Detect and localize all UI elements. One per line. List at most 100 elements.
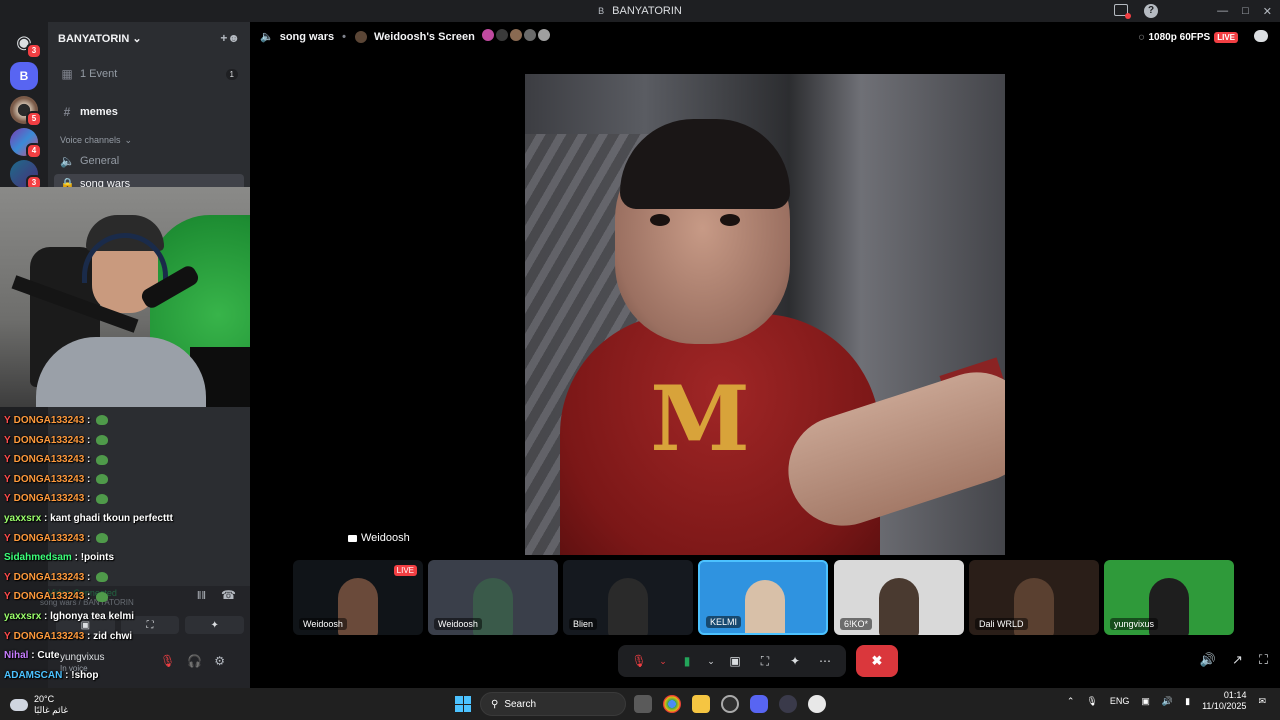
- live-badge: LIVE: [1214, 32, 1238, 43]
- chevron-down-icon: ⌄: [132, 32, 142, 45]
- disconnect-icon[interactable]: ☎: [221, 588, 236, 602]
- settings-gear-icon[interactable]: ⚙: [214, 654, 225, 668]
- server-icon-3[interactable]: 4: [10, 128, 42, 159]
- language-indicator[interactable]: ENG: [1110, 696, 1130, 706]
- weather-desc: غائم غالبًا: [34, 705, 69, 715]
- screen-share-label: Weidoosh: [348, 532, 410, 544]
- emote-icon: [96, 591, 109, 602]
- participant-tile[interactable]: 6!KO*: [834, 560, 964, 635]
- chat-message: Y DONGA133243 : zid chwi: [4, 630, 133, 642]
- chat-badge-icon: Y: [4, 493, 11, 505]
- participant-tile[interactable]: Blien: [563, 560, 693, 635]
- participant-tile[interactable]: Weidoosh LIVE: [293, 560, 423, 635]
- voice-category[interactable]: Voice channels ⌄: [54, 132, 244, 148]
- popout-icon[interactable]: ↗: [1232, 652, 1243, 668]
- screen-title: Weidoosh's Screen: [373, 30, 475, 43]
- server-icon-4[interactable]: 3: [10, 160, 42, 191]
- soundboard-button[interactable]: ✦: [784, 650, 806, 672]
- server-icon-banyatorin[interactable]: B: [10, 62, 38, 90]
- notification-icon[interactable]: ✉: [1258, 696, 1266, 707]
- headphones-icon[interactable]: 🎧: [187, 654, 202, 668]
- participant-tile[interactable]: Dali WRLD: [969, 560, 1099, 635]
- voice-channel-general[interactable]: 🔈 General: [54, 151, 244, 171]
- share-screen-button[interactable]: ▣: [724, 650, 746, 672]
- clock[interactable]: 01:14 11/10/2025: [1202, 690, 1246, 712]
- chat-message: Y DONGA133243 :: [4, 473, 109, 485]
- soundboard-icon: ✦: [210, 619, 219, 631]
- soundboard-button[interactable]: ✦: [185, 616, 245, 634]
- camera-button[interactable]: ▮: [676, 650, 698, 672]
- weather-widget[interactable]: 20°C غائم غالبًا: [10, 694, 68, 716]
- chat-bubble-icon[interactable]: [1254, 30, 1268, 42]
- quality-text: 1080p 60FPS: [1148, 32, 1211, 43]
- volume-icon[interactable]: 🔊: [1162, 696, 1173, 707]
- volume-icon[interactable]: 🔊: [1200, 652, 1216, 668]
- channel-memes[interactable]: # memes: [54, 102, 244, 122]
- mic-muted-button[interactable]: 🎙: [628, 650, 650, 672]
- chat-text: lghonya tea kelmi: [50, 611, 135, 622]
- participant-tile[interactable]: yungvixus: [1104, 560, 1234, 635]
- chat-username: DONGA133243: [13, 571, 85, 583]
- mic-options-chevron[interactable]: ⌄: [658, 650, 668, 672]
- app-icon[interactable]: [721, 695, 739, 713]
- chat-text: kant ghadi tkoun perfecttt: [50, 513, 173, 524]
- taskbar-search[interactable]: ⚲ Search: [480, 692, 626, 716]
- participant-name: KELMI: [706, 616, 742, 628]
- chat-username: yaxxsrx: [4, 513, 42, 524]
- chevron-up-icon[interactable]: ⌃: [1067, 696, 1075, 707]
- minimize-icon[interactable]: —: [1217, 5, 1228, 17]
- chat-message: Y DONGA133243 :: [4, 493, 109, 505]
- network-icon[interactable]: ▣: [1141, 696, 1150, 707]
- discord-taskbar-icon[interactable]: [750, 695, 768, 713]
- home-badge: 3: [26, 43, 42, 59]
- app-icon[interactable]: [779, 695, 797, 713]
- file-explorer-icon[interactable]: [692, 695, 710, 713]
- server-icon-2[interactable]: 5: [10, 96, 42, 127]
- stage-channel[interactable]: song wars: [280, 31, 334, 43]
- shirt-logo: M: [650, 366, 750, 472]
- close-icon[interactable]: ✕: [1263, 5, 1272, 18]
- participant-tile[interactable]: KELMI: [698, 560, 828, 635]
- mic-icon[interactable]: 🎙: [1086, 696, 1097, 707]
- help-icon[interactable]: ?: [1144, 4, 1158, 18]
- battery-icon[interactable]: ▮: [1185, 696, 1190, 707]
- chat-username: Sidahmedsam: [4, 552, 72, 564]
- noise-suppression-icon[interactable]: ‖‖: [197, 590, 206, 602]
- channel-label: General: [80, 155, 120, 167]
- participant-name: yungvixus: [1110, 618, 1159, 630]
- user-controls: 🎙 🎧 ⚙: [160, 654, 225, 668]
- add-member-icon[interactable]: +☻: [220, 31, 240, 45]
- mic-muted-icon[interactable]: 🎙: [160, 654, 175, 668]
- chat-message: ADAMSCAN : !shop: [4, 669, 99, 681]
- maximize-icon[interactable]: □: [1242, 5, 1249, 17]
- chat-message: Y DONGA133243 :: [4, 454, 109, 465]
- more-button[interactable]: ⋯: [814, 650, 836, 672]
- chat-username: yaxxsrx: [4, 611, 42, 622]
- server-header[interactable]: BANYATORIN ⌄ +☻: [48, 22, 250, 54]
- task-view-icon[interactable]: [634, 695, 652, 713]
- inbox-icon[interactable]: [1114, 4, 1131, 19]
- camera-options-chevron[interactable]: ⌄: [706, 650, 716, 672]
- discord-home-icon[interactable]: ◉ 3: [10, 28, 42, 59]
- monitor-icon: [348, 534, 357, 542]
- chat-badge-icon: Y: [4, 473, 11, 485]
- chat-message: Y DONGA133243 :: [4, 591, 109, 603]
- media-player-icon[interactable]: [808, 695, 826, 713]
- clock-time: 01:14: [1223, 690, 1247, 700]
- activity-button[interactable]: ⛶: [754, 650, 776, 672]
- chat-username: ADAMSCAN: [4, 669, 63, 681]
- participant-tile[interactable]: Weidoosh: [428, 560, 558, 635]
- chat-badge-icon: Y: [4, 591, 11, 603]
- leave-call-button[interactable]: ✖: [856, 645, 898, 677]
- shared-screen[interactable]: M: [525, 74, 1005, 555]
- emote-icon: [96, 434, 109, 445]
- more-icon: ⋯: [819, 654, 831, 668]
- fullscreen-icon[interactable]: ⛶: [1259, 652, 1268, 668]
- stage-view-controls: 🔊 ↗ ⛶: [1200, 652, 1268, 668]
- window-title: BANYATORIN: [612, 5, 682, 17]
- chrome-icon[interactable]: [663, 695, 681, 713]
- windows-start-icon[interactable]: [455, 696, 471, 712]
- events-item[interactable]: ▦ 1 Event 1: [54, 64, 244, 84]
- avatar: [353, 29, 368, 44]
- live-badge: LIVE: [393, 565, 417, 576]
